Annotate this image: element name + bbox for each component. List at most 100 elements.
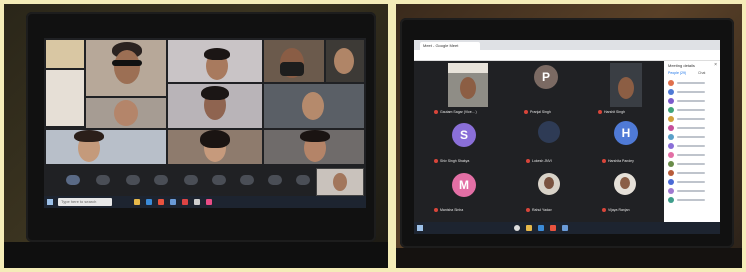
participant-list-avatar — [668, 197, 674, 203]
video-tile — [264, 84, 364, 128]
chrome-icon[interactable] — [158, 199, 164, 205]
participant-list-item[interactable] — [668, 106, 718, 114]
address-bar[interactable] — [414, 50, 720, 61]
participant-list-name — [677, 163, 705, 165]
participant-list-name — [677, 181, 705, 183]
video-tile — [264, 40, 324, 82]
more-options-button[interactable] — [212, 175, 226, 185]
panel-title: Meeting details — [668, 63, 695, 68]
participant-list-item[interactable] — [668, 142, 718, 150]
participant-list-name — [677, 154, 705, 156]
people-button[interactable] — [268, 175, 282, 185]
participant-name: Manisha Sinha — [440, 208, 464, 212]
participant-list-avatar — [668, 143, 674, 149]
participant-list-item[interactable] — [668, 196, 718, 204]
participant-list-item[interactable] — [668, 115, 718, 123]
participant-list-name — [677, 91, 705, 93]
participant-list-item[interactable] — [668, 124, 718, 132]
search-icon[interactable] — [514, 225, 520, 231]
participant-list-item[interactable] — [668, 151, 718, 159]
tab-chat[interactable]: Chat — [698, 71, 705, 75]
participant-list-item[interactable] — [668, 178, 718, 186]
participant-name: Gautam Sagar (Vice... ) — [440, 110, 477, 114]
screen-right: Meet - Google Meet Gautam Sagar (Vice...… — [414, 40, 720, 234]
participant-list-name — [677, 109, 705, 111]
participant-name: Rahul Yadav — [532, 208, 552, 212]
participant-list-avatar — [668, 134, 674, 140]
participant-name: Lokesh JNVI — [532, 159, 552, 163]
participant-list-item[interactable] — [668, 187, 718, 195]
participant-list-avatar — [668, 89, 674, 95]
participant-name: Shiv Singh Shakya — [440, 159, 470, 163]
video-tile — [86, 40, 166, 96]
laptop-base-left — [4, 242, 388, 268]
edge-icon[interactable] — [538, 225, 544, 231]
windows-taskbar — [414, 222, 720, 234]
chat-button[interactable] — [296, 175, 310, 185]
participant-list-item[interactable] — [668, 97, 718, 105]
participant-name: Vijaya Ranjan — [608, 208, 630, 212]
start-icon[interactable] — [47, 199, 53, 205]
laptop-base-right — [396, 248, 742, 268]
participant-logo-avatar — [538, 121, 560, 143]
participant-list-item[interactable] — [668, 79, 718, 87]
participant-list-item[interactable] — [668, 160, 718, 168]
app-icon[interactable] — [182, 199, 188, 205]
store-icon[interactable] — [562, 225, 568, 231]
participant-list-avatar — [668, 161, 674, 167]
video-tile — [264, 130, 364, 164]
video-tile — [46, 70, 84, 126]
participant-list-item[interactable] — [668, 169, 718, 177]
app-icon[interactable] — [194, 199, 200, 205]
self-preview-tile — [316, 168, 364, 196]
start-icon[interactable] — [417, 225, 423, 231]
participant-list-avatar — [668, 80, 674, 86]
participant-list-avatar — [668, 188, 674, 194]
video-tile — [168, 84, 262, 128]
camera-button[interactable] — [96, 175, 110, 185]
participant-name: Harshita Pandey — [608, 159, 634, 163]
windows-taskbar: Type here to search — [44, 196, 366, 208]
video-tile — [46, 130, 166, 164]
video-tile — [168, 130, 262, 164]
close-icon[interactable]: × — [714, 62, 717, 68]
participant-list-item[interactable] — [668, 133, 718, 141]
participant-list-name — [677, 100, 705, 102]
participant-list-avatar — [668, 125, 674, 131]
video-tile — [448, 63, 488, 107]
photo-left-laptop: Type here to search — [4, 4, 388, 268]
video-tile — [326, 40, 364, 82]
tab-people[interactable]: People (29) — [668, 71, 686, 75]
file-explorer-icon[interactable] — [526, 225, 532, 231]
participant-list-name — [677, 136, 705, 138]
participant-list-name — [677, 199, 705, 201]
screen-left: Type here to search — [44, 38, 366, 208]
participant-avatar: P — [534, 65, 558, 89]
participant-avatar: S — [452, 123, 476, 147]
participant-list — [664, 79, 720, 222]
participant-photo-avatar — [614, 173, 636, 195]
participant-list-name — [677, 190, 705, 192]
participant-list-avatar — [668, 152, 674, 158]
video-tile — [168, 40, 262, 82]
hand-raise-button[interactable] — [154, 175, 168, 185]
participant-avatar: M — [452, 173, 476, 197]
edge-icon[interactable] — [146, 199, 152, 205]
taskbar-search-box[interactable]: Type here to search — [58, 198, 112, 206]
video-tile — [610, 63, 642, 107]
file-explorer-icon[interactable] — [134, 199, 140, 205]
meeting-grid: Gautam Sagar (Vice... ) P Pranjal Singh … — [414, 61, 664, 216]
participant-list-item[interactable] — [668, 88, 718, 96]
participant-list-name — [677, 118, 705, 120]
store-icon[interactable] — [170, 199, 176, 205]
mic-button[interactable] — [66, 175, 80, 185]
photo-right-laptop: Meet - Google Meet Gautam Sagar (Vice...… — [396, 4, 742, 268]
end-call-button[interactable] — [240, 175, 254, 185]
app-icon[interactable] — [206, 199, 212, 205]
browser-tab[interactable]: Meet - Google Meet — [420, 42, 480, 50]
participants-panel: Meeting details × People (29) Chat — [664, 61, 720, 222]
chrome-icon[interactable] — [550, 225, 556, 231]
captions-button[interactable] — [126, 175, 140, 185]
participant-name: Harshit Singh — [604, 110, 626, 114]
present-button[interactable] — [184, 175, 198, 185]
